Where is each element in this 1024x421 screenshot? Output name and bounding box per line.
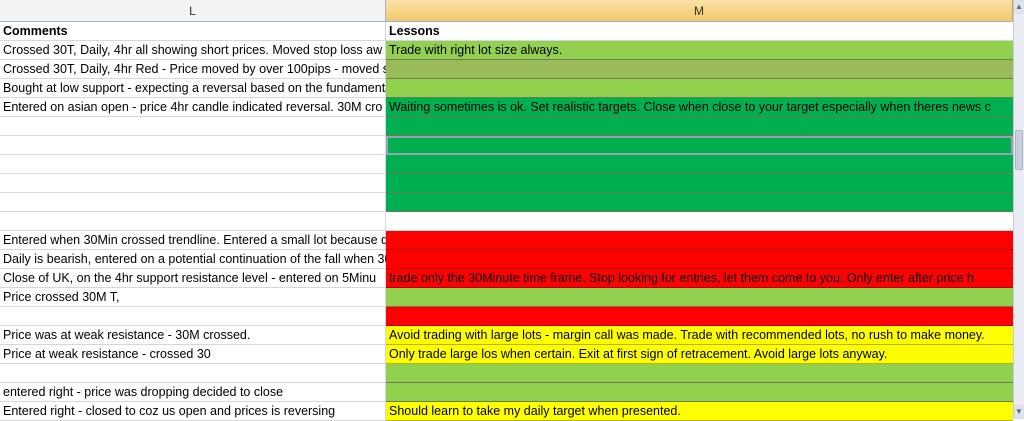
comment-cell[interactable]: Crossed 30T, Daily, 4hr Red - Price move… xyxy=(0,60,689,79)
scrollbar-thumb[interactable] xyxy=(1015,130,1023,170)
lesson-cell[interactable]: Waiting sometimes is ok. Set realistic t… xyxy=(386,98,1013,117)
table-row xyxy=(0,117,1013,136)
spreadsheet: L M Comments Lessons Crossed 30T, Daily,… xyxy=(0,0,1024,421)
table-row: entered right - price was dropping decid… xyxy=(0,383,1013,402)
comment-cell[interactable]: Price crossed 30M T, xyxy=(0,288,386,307)
table-row: Crossed 30T, Daily, 4hr Red - Price move… xyxy=(0,60,1013,79)
lesson-cell[interactable] xyxy=(386,231,1013,250)
comment-cell[interactable]: Crossed 30T, Daily, 4hr all showing shor… xyxy=(0,41,386,60)
table-row xyxy=(0,193,1013,212)
comment-cell[interactable]: entered right - price was dropping decid… xyxy=(0,383,386,402)
column-header-l[interactable]: L xyxy=(0,0,386,22)
column-header-m[interactable]: M xyxy=(386,0,1013,22)
table-row: Bought at low support - expecting a reve… xyxy=(0,79,1013,98)
lesson-cell[interactable] xyxy=(386,155,1013,174)
comment-cell[interactable]: Price at weak resistance - crossed 30 xyxy=(0,345,386,364)
table-row xyxy=(0,155,1013,174)
table-row xyxy=(0,307,1013,326)
comment-cell[interactable]: Entered right - closed to coz us open an… xyxy=(0,402,386,421)
scroll-down-icon[interactable]: ▼ xyxy=(1014,405,1024,419)
table-row: Entered right - closed to coz us open an… xyxy=(0,402,1013,421)
header-row: Comments Lessons xyxy=(0,22,1013,41)
comment-cell[interactable] xyxy=(0,307,386,326)
lessons-header-cell[interactable]: Lessons xyxy=(386,22,1013,41)
lesson-cell[interactable] xyxy=(386,117,1013,136)
comment-cell[interactable] xyxy=(0,364,386,383)
table-row xyxy=(0,212,1013,231)
lesson-cell[interactable] xyxy=(386,60,1013,79)
vertical-scrollbar[interactable]: ▲ ▼ xyxy=(1013,0,1024,419)
table-row: Crossed 30T, Daily, 4hr all showing shor… xyxy=(0,41,1013,60)
table-row: Entered when 30Min crossed trendline. En… xyxy=(0,231,1013,250)
table-row: Price was at weak resistance - 30M cross… xyxy=(0,326,1013,345)
comment-cell[interactable]: Close of UK, on the 4hr support resistan… xyxy=(0,269,386,288)
lesson-cell[interactable] xyxy=(386,193,1013,212)
lesson-cell[interactable] xyxy=(386,288,1013,307)
comment-cell[interactable] xyxy=(0,117,386,136)
comment-cell[interactable] xyxy=(0,193,386,212)
table-row xyxy=(0,174,1013,193)
lesson-cell[interactable]: Avoid trading with large lots - margin c… xyxy=(386,326,1013,345)
comments-header-cell[interactable]: Comments xyxy=(0,22,386,41)
lesson-cell[interactable] xyxy=(386,212,1013,231)
lesson-cell[interactable] xyxy=(386,383,1013,402)
comment-cell[interactable]: Entered on asian open - price 4hr candle… xyxy=(0,98,386,117)
comment-cell[interactable] xyxy=(0,174,386,193)
lesson-cell[interactable] xyxy=(386,136,1013,155)
sheet-rows: Comments Lessons Crossed 30T, Daily, 4hr… xyxy=(0,22,1013,421)
comment-cell[interactable] xyxy=(0,155,386,174)
lesson-cell[interactable] xyxy=(386,174,1013,193)
lesson-cell[interactable] xyxy=(386,364,1013,383)
lesson-cell[interactable]: Should learn to take my daily target whe… xyxy=(386,402,1013,421)
comment-cell[interactable]: Price was at weak resistance - 30M cross… xyxy=(0,326,386,345)
comment-cell[interactable] xyxy=(0,136,386,155)
scroll-up-icon[interactable]: ▲ xyxy=(1014,0,1024,14)
table-row xyxy=(0,364,1013,383)
table-row: Price crossed 30M T, xyxy=(0,288,1013,307)
table-row: Close of UK, on the 4hr support resistan… xyxy=(0,269,1013,288)
table-row: Entered on asian open - price 4hr candle… xyxy=(0,98,1013,117)
lesson-cell[interactable]: trade only the 30Minute time frame. Stop… xyxy=(386,269,1013,288)
table-row: Price at weak resistance - crossed 30 Onl… xyxy=(0,345,1013,364)
table-row xyxy=(0,136,1013,155)
lesson-cell[interactable] xyxy=(386,79,1013,98)
comment-cell[interactable]: Entered when 30Min crossed trendline. En… xyxy=(0,231,538,250)
comment-cell[interactable]: Bought at low support - expecting a reve… xyxy=(0,79,649,98)
comment-cell[interactable]: Daily is bearish, entered on a potential… xyxy=(0,250,501,269)
comment-cell[interactable] xyxy=(0,212,386,231)
lesson-cell[interactable] xyxy=(386,250,1013,269)
table-row: Daily is bearish, entered on a potential… xyxy=(0,250,1013,269)
lesson-cell[interactable] xyxy=(386,307,1013,326)
lesson-cell[interactable]: Trade with right lot size always. xyxy=(386,41,1013,60)
lesson-cell[interactable]: Only trade large los when certain. Exit … xyxy=(386,345,1013,364)
